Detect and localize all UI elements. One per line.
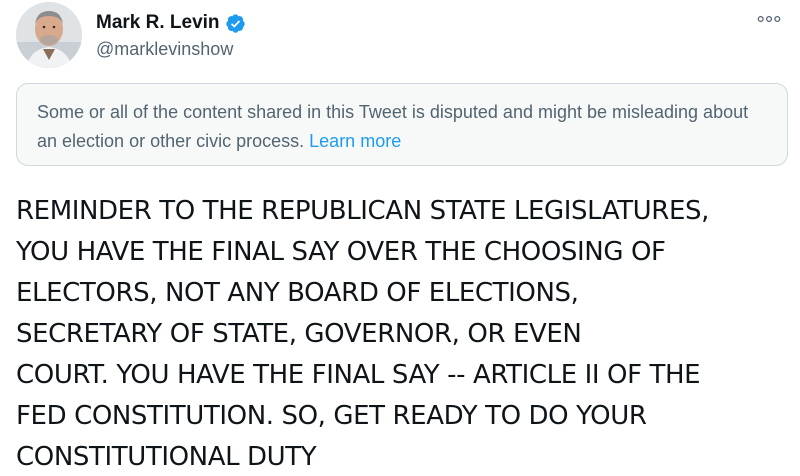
- learn-more-link[interactable]: Learn more: [309, 131, 401, 151]
- disputed-content-notice: Some or all of the content shared in thi…: [16, 83, 788, 166]
- tweet-header: Mark R. Levin @marklevinshow: [16, 0, 792, 80]
- author-handle[interactable]: @marklevinshow: [96, 39, 233, 60]
- avatar[interactable]: [16, 2, 82, 68]
- tweet-text: REMINDER TO THE REPUBLICAN STATE LEGISLA…: [16, 196, 709, 472]
- avatar-image: [16, 2, 82, 68]
- verified-badge-icon: [225, 13, 246, 34]
- name-row: Mark R. Levin: [96, 10, 246, 36]
- more-options-icon[interactable]: [756, 9, 782, 29]
- display-name[interactable]: Mark R. Levin: [96, 12, 220, 34]
